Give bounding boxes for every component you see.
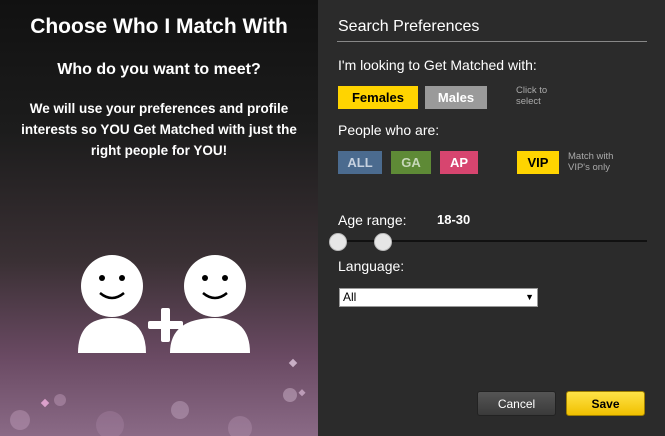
divider [337,41,647,42]
age-range-label: Age range: [338,212,407,228]
dropdown-arrow-icon: ▼ [525,292,534,302]
match-people-icon [78,255,250,353]
ga-button[interactable]: GA [391,151,431,174]
age-min-handle[interactable] [329,233,347,251]
females-button[interactable]: Females [338,86,418,109]
age-max-handle[interactable] [374,233,392,251]
males-button[interactable]: Males [425,86,487,109]
save-button[interactable]: Save [566,391,645,416]
panel-title: Choose Who I Match With [30,15,288,38]
age-range-value: 18-30 [437,212,471,227]
looking-label: I'm looking to Get Matched with: [338,57,537,73]
panel-description: We will use your preferences and profile… [21,101,297,158]
section-title: Search Preferences [338,18,480,35]
panel-subtitle: Who do you want to meet? [57,61,261,78]
language-label: Language: [338,258,405,274]
language-select[interactable]: All ▼ [339,288,538,307]
all-button[interactable]: ALL [338,151,382,174]
vip-hint: Match with VIP's only [568,151,614,173]
cancel-button[interactable]: Cancel [477,391,556,416]
left-panel: Choose Who I Match With Who do you want … [0,0,318,436]
ap-button[interactable]: AP [440,151,478,174]
language-value: All [343,290,357,304]
people-label: People who are: [338,122,440,138]
click-to-select-hint: Click to select [516,85,548,107]
search-preferences-panel: Search Preferences I'm looking to Get Ma… [318,0,665,436]
vip-button[interactable]: VIP [517,151,559,174]
